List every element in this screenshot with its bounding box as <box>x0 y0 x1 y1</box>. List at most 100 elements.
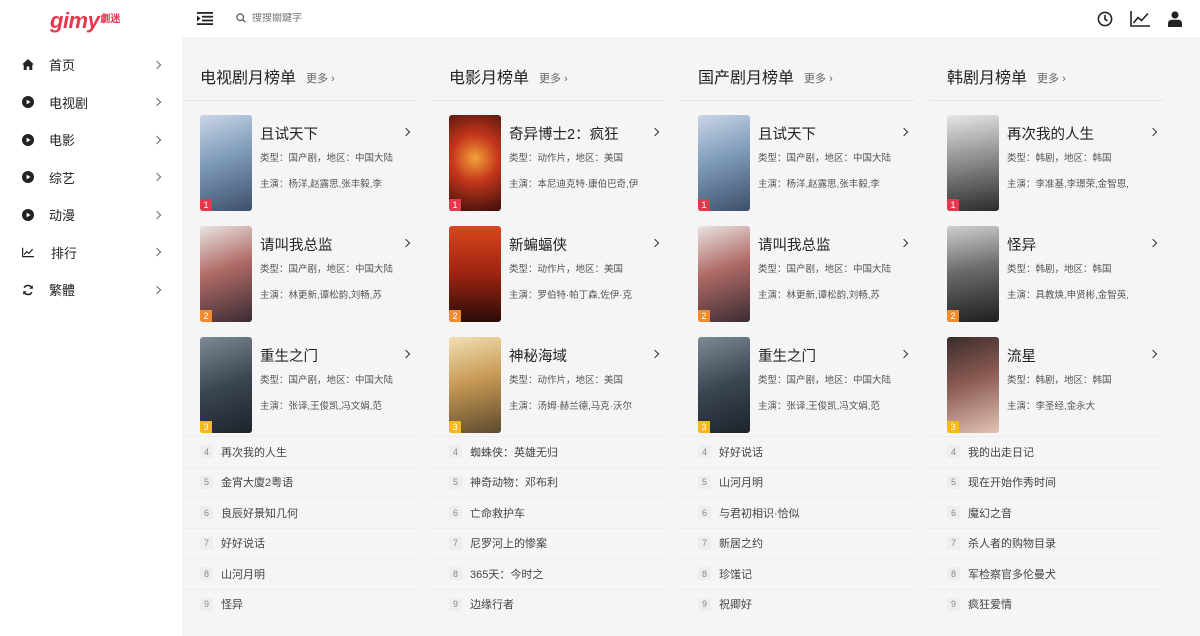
list-item-title[interactable]: 怪异 <box>221 596 243 612</box>
poster-image[interactable]: 2 <box>200 226 252 322</box>
poster-image[interactable]: 2 <box>449 226 501 322</box>
item-title[interactable]: 流星 <box>1007 345 1164 365</box>
sidebar-item-traditional[interactable]: 繁體 <box>0 271 182 309</box>
history-clock-icon[interactable] <box>1094 8 1116 30</box>
list-item-title[interactable]: 金宵大廈2粤语 <box>221 474 293 490</box>
list-item[interactable]: 6 魔幻之音 <box>929 497 1164 528</box>
item-title[interactable]: 重生之门 <box>260 345 417 365</box>
sidebar-item-anime[interactable]: 动漫 <box>0 196 182 234</box>
top-item-card[interactable]: 2 新蝙蝠侠 类型：动作片，地区：美国 主演：罗伯特·帕丁森,佐伊·克 <box>431 212 666 323</box>
poster-image[interactable]: 1 <box>698 115 750 211</box>
top-item-card[interactable]: 2 请叫我总监 类型：国产剧，地区：中国大陆 主演：林更新,谭松韵,刘畅,苏 <box>182 212 417 323</box>
list-item-title[interactable]: 疯狂爱情 <box>968 596 1012 612</box>
item-title[interactable]: 奇异博士2：疯狂 <box>509 123 666 143</box>
sidebar-item-movie[interactable]: 电影 <box>0 121 182 159</box>
item-title[interactable]: 重生之门 <box>758 345 915 365</box>
list-item[interactable]: 4 好好说话 <box>680 436 915 467</box>
poster-image[interactable]: 3 <box>200 337 252 433</box>
more-link[interactable]: 更多 › <box>306 70 335 86</box>
list-item[interactable]: 9 疯狂爱情 <box>929 588 1164 620</box>
list-item-title[interactable]: 良辰好景知几何 <box>221 505 298 521</box>
menu-toggle-icon[interactable] <box>182 0 228 37</box>
list-item[interactable]: 5 神奇动物：邓布利 <box>431 466 666 498</box>
list-item[interactable]: 4 蜘蛛侠：英雄无归 <box>431 436 666 467</box>
sidebar-item-variety[interactable]: 综艺 <box>0 159 182 197</box>
sidebar-item-home[interactable]: 首页 <box>0 46 182 84</box>
list-item[interactable]: 9 怪异 <box>182 588 417 620</box>
item-title[interactable]: 新蝙蝠侠 <box>509 234 666 254</box>
top-item-card[interactable]: 1 再次我的人生 类型：韩剧，地区：韩国 主演：李准基,李璟荣,金智恩, <box>929 101 1164 212</box>
top-item-card[interactable]: 1 且试天下 类型：国产剧，地区：中国大陆 主演：杨洋,赵露思,张丰毅,李 <box>680 101 915 212</box>
list-item[interactable]: 5 山河月明 <box>680 466 915 498</box>
list-item-title[interactable]: 好好说话 <box>719 444 763 460</box>
item-title[interactable]: 神秘海域 <box>509 345 666 365</box>
list-item-title[interactable]: 边缘行者 <box>470 596 514 612</box>
list-item[interactable]: 7 好好说话 <box>182 527 417 559</box>
list-item[interactable]: 9 边缘行者 <box>431 588 666 620</box>
item-title[interactable]: 请叫我总监 <box>758 234 915 254</box>
list-item[interactable]: 9 祝卿好 <box>680 588 915 620</box>
list-item[interactable]: 5 现在开始作秀时间 <box>929 466 1164 498</box>
top-item-card[interactable]: 2 怪异 类型：韩剧，地区：韩国 主演：具教焕,申贤彬,金智英, <box>929 212 1164 323</box>
top-item-card[interactable]: 1 奇异博士2：疯狂 类型：动作片，地区：美国 主演：本尼迪克特·康伯巴奇,伊 <box>431 101 666 212</box>
list-item-title[interactable]: 与君初相识·恰似 <box>719 505 800 521</box>
ranking-chart-icon[interactable] <box>1128 8 1152 30</box>
poster-image[interactable]: 3 <box>449 337 501 433</box>
top-item-card[interactable]: 2 请叫我总监 类型：国产剧，地区：中国大陆 主演：林更新,谭松韵,刘畅,苏 <box>680 212 915 323</box>
top-item-card[interactable]: 3 神秘海域 类型：动作片，地区：美国 主演：汤姆·赫兰德,马克·沃尔 <box>431 323 666 434</box>
list-item-title[interactable]: 365天：今时之 <box>470 566 543 582</box>
list-item[interactable]: 7 新居之约 <box>680 527 915 559</box>
top-item-card[interactable]: 3 流星 类型：韩剧，地区：韩国 主演：李圣经,金永大 <box>929 323 1164 434</box>
more-link[interactable]: 更多 › <box>1037 70 1066 86</box>
item-title[interactable]: 且试天下 <box>260 123 417 143</box>
item-title[interactable]: 请叫我总监 <box>260 234 417 254</box>
poster-image[interactable]: 3 <box>698 337 750 433</box>
sidebar-item-tv[interactable]: 电视剧 <box>0 84 182 122</box>
list-item[interactable]: 8 军检察官多伦曼犬 <box>929 558 1164 589</box>
item-title[interactable]: 再次我的人生 <box>1007 123 1164 143</box>
list-item[interactable]: 8 365天：今时之 <box>431 558 666 589</box>
poster-image[interactable]: 2 <box>698 226 750 322</box>
list-item[interactable]: 7 杀人者的购物目录 <box>929 527 1164 559</box>
list-item-title[interactable]: 山河月明 <box>221 566 265 582</box>
list-item-title[interactable]: 再次我的人生 <box>221 444 287 460</box>
user-icon[interactable] <box>1164 8 1186 30</box>
search-input[interactable] <box>252 13 452 24</box>
list-item-title[interactable]: 我的出走日记 <box>968 444 1034 460</box>
poster-image[interactable]: 2 <box>947 226 999 322</box>
site-logo[interactable]: gimy 劇迷 <box>0 0 182 40</box>
more-link[interactable]: 更多 › <box>539 70 568 86</box>
list-item[interactable]: 5 金宵大廈2粤语 <box>182 466 417 498</box>
list-item-title[interactable]: 神奇动物：邓布利 <box>470 474 558 490</box>
list-item-title[interactable]: 祝卿好 <box>719 596 752 612</box>
list-item[interactable]: 8 珍馐记 <box>680 558 915 589</box>
list-item[interactable]: 4 我的出走日记 <box>929 436 1164 467</box>
list-item-title[interactable]: 军检察官多伦曼犬 <box>968 566 1056 582</box>
top-item-card[interactable]: 1 且试天下 类型：国产剧，地区：中国大陆 主演：杨洋,赵露思,张丰毅,李 <box>182 101 417 212</box>
item-title[interactable]: 怪异 <box>1007 234 1164 254</box>
list-item[interactable]: 6 与君初相识·恰似 <box>680 497 915 528</box>
list-item-title[interactable]: 蜘蛛侠：英雄无归 <box>470 444 558 460</box>
top-item-card[interactable]: 3 重生之门 类型：国产剧，地区：中国大陆 主演：张译,王俊凯,冯文娟,范 <box>680 323 915 434</box>
list-item-title[interactable]: 魔幻之音 <box>968 505 1012 521</box>
list-item[interactable]: 4 再次我的人生 <box>182 436 417 467</box>
list-item-title[interactable]: 亡命救护车 <box>470 505 525 521</box>
list-item[interactable]: 7 尼罗河上的惨案 <box>431 527 666 559</box>
list-item[interactable]: 6 良辰好景知几何 <box>182 497 417 528</box>
list-item-title[interactable]: 山河月明 <box>719 474 763 490</box>
poster-image[interactable]: 1 <box>449 115 501 211</box>
list-item-title[interactable]: 珍馐记 <box>719 566 752 582</box>
top-item-card[interactable]: 3 重生之门 类型：国产剧，地区：中国大陆 主演：张译,王俊凯,冯文娟,范 <box>182 323 417 434</box>
poster-image[interactable]: 3 <box>947 337 999 433</box>
poster-image[interactable]: 1 <box>947 115 999 211</box>
list-item-title[interactable]: 好好说话 <box>221 535 265 551</box>
item-title[interactable]: 且试天下 <box>758 123 915 143</box>
list-item-title[interactable]: 尼罗河上的惨案 <box>470 535 547 551</box>
more-link[interactable]: 更多 › <box>804 70 833 86</box>
sidebar-item-ranking[interactable]: 排行 <box>0 234 182 272</box>
list-item-title[interactable]: 杀人者的购物目录 <box>968 535 1056 551</box>
list-item-title[interactable]: 现在开始作秀时间 <box>968 474 1056 490</box>
list-item[interactable]: 8 山河月明 <box>182 558 417 589</box>
list-item[interactable]: 6 亡命救护车 <box>431 497 666 528</box>
poster-image[interactable]: 1 <box>200 115 252 211</box>
